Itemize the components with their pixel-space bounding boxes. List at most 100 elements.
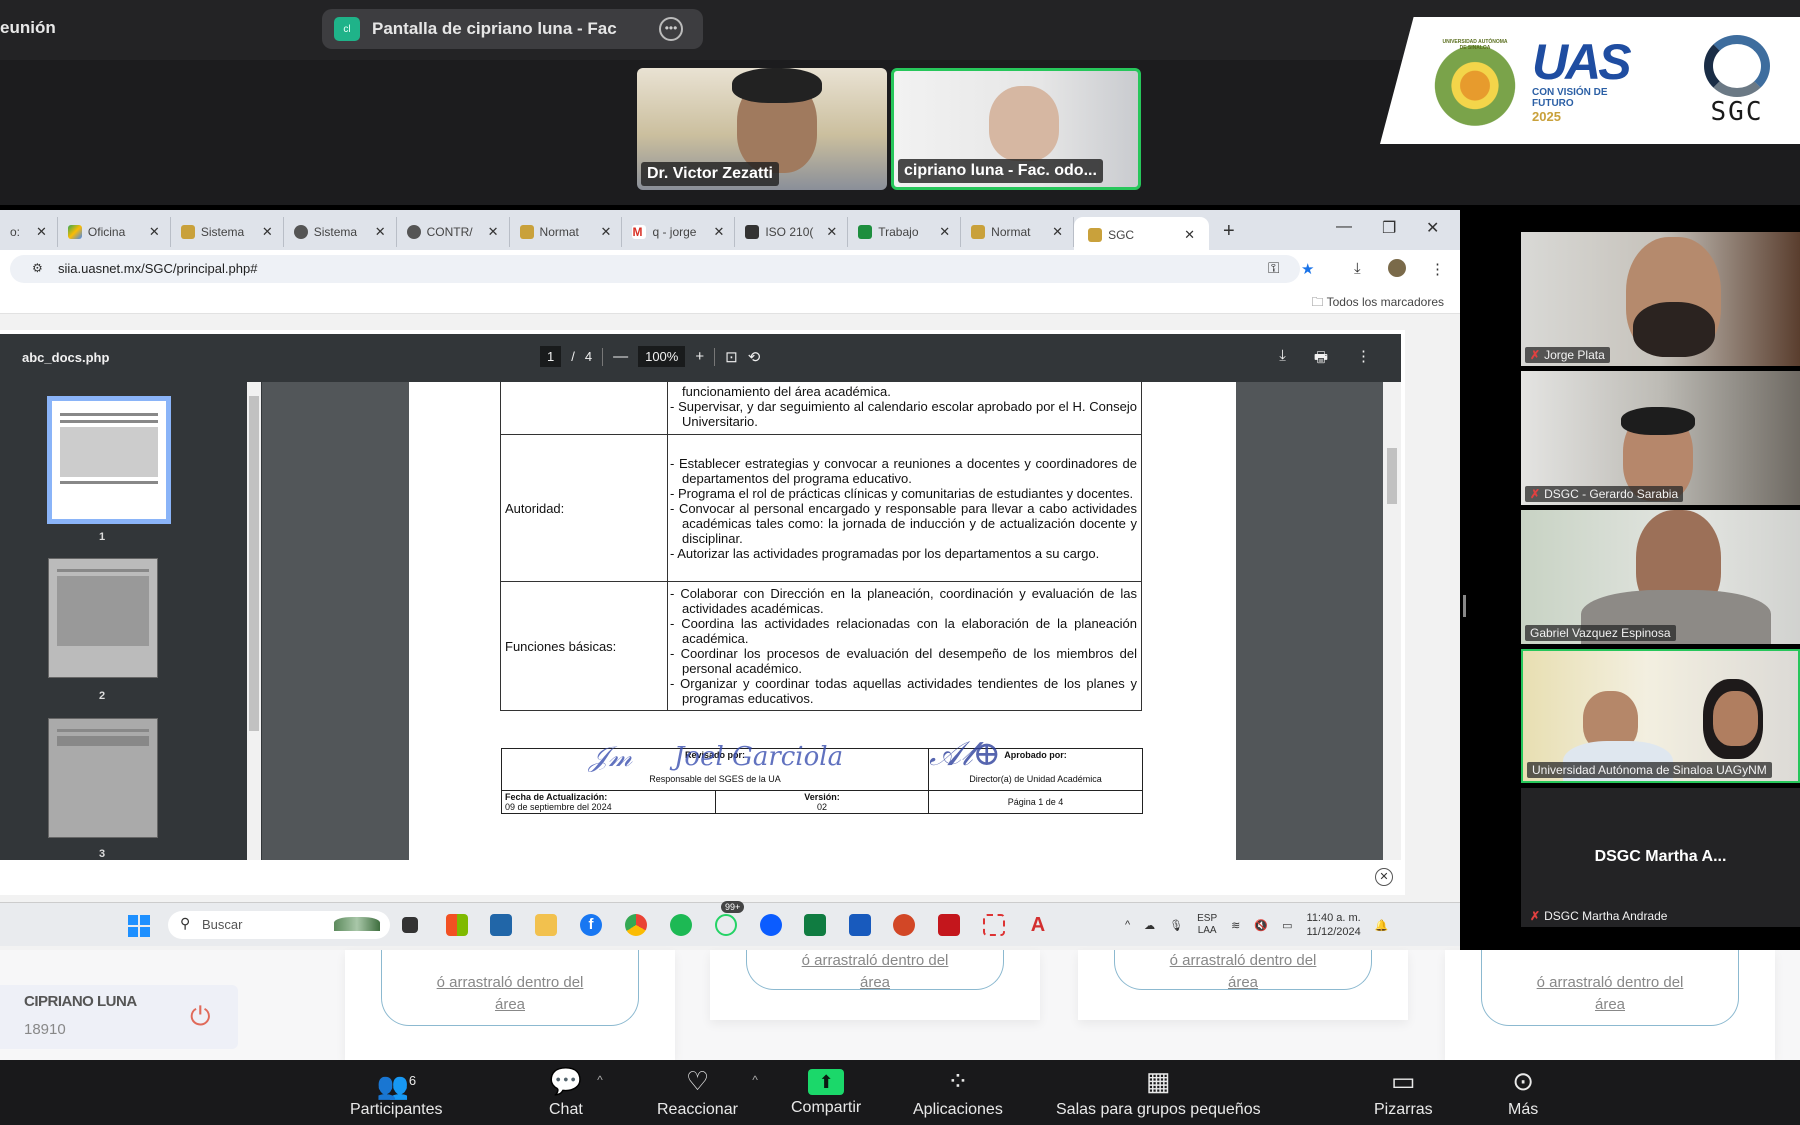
logout-power-icon[interactable]: ⏻ xyxy=(190,1001,211,1033)
participant-tile[interactable]: ✗ Jorge Plata xyxy=(1521,232,1800,366)
panel-resize-handle[interactable] xyxy=(1463,595,1466,617)
file-drop-zone[interactable]: ó arrastraló dentro del área xyxy=(381,950,639,1026)
breakout-rooms-button[interactable]: ▦ Salas para grupos pequeños xyxy=(1056,1065,1261,1119)
print-icon[interactable]: 🖶 xyxy=(1314,347,1328,372)
video-tile[interactable]: Dr. Victor Zezatti xyxy=(637,68,887,190)
microsoft-store-icon[interactable] xyxy=(446,914,468,936)
scroll-thumb[interactable] xyxy=(1387,448,1397,504)
browser-tab[interactable]: ISO 210(✕ xyxy=(735,216,849,247)
zoom-level-input[interactable]: 100% xyxy=(638,346,686,367)
fit-page-icon[interactable]: ⊡ xyxy=(725,348,738,366)
browser-tab[interactable]: CONTR/ ✕ xyxy=(397,216,510,247)
thumbnail-scrollbar[interactable] xyxy=(247,382,261,860)
spotify-icon[interactable] xyxy=(670,914,692,936)
participants-button[interactable]: 👥6 Participantes xyxy=(350,1065,443,1119)
screen-share-indicator[interactable]: cl Pantalla de cipriano luna - Fac ••• xyxy=(322,9,703,49)
password-key-icon[interactable]: ⚿ xyxy=(1268,260,1279,277)
taskbar-clock[interactable]: 11:40 a. m. 11/12/2024 xyxy=(1306,911,1360,939)
close-tab-icon[interactable]: ✕ xyxy=(601,224,612,240)
page-thumbnail-2[interactable] xyxy=(48,558,158,678)
show-hidden-icons-button[interactable]: ^ xyxy=(1125,919,1130,931)
chrome-icon[interactable] xyxy=(625,914,647,936)
whatsapp-icon[interactable] xyxy=(715,914,737,936)
browser-tab[interactable]: o: ✕ xyxy=(0,216,58,247)
page-thumbnail-3[interactable] xyxy=(48,718,158,838)
file-drop-zone[interactable]: ó arrastraló dentro del área xyxy=(1114,950,1372,991)
close-tab-icon[interactable]: ✕ xyxy=(1184,227,1195,243)
zoom-out-button[interactable]: — xyxy=(613,348,628,365)
store-bag-icon[interactable] xyxy=(490,914,512,936)
excel-icon[interactable] xyxy=(804,914,826,936)
more-button[interactable]: ⊙ Más xyxy=(1508,1065,1538,1119)
close-tab-icon[interactable]: ✕ xyxy=(1052,224,1063,240)
restore-button[interactable]: ❐ xyxy=(1382,218,1396,238)
file-explorer-icon[interactable] xyxy=(535,914,557,936)
chat-button[interactable]: 💬 Chat ^ xyxy=(549,1065,603,1119)
site-info-icon[interactable]: ⚙ xyxy=(32,261,43,275)
browser-tab[interactable]: Normat ✕ xyxy=(961,216,1075,247)
participant-tile[interactable]: ✗ DSGC - Gerardo Sarabia xyxy=(1521,371,1800,505)
close-tab-icon[interactable]: ✕ xyxy=(713,224,724,240)
more-options-icon[interactable]: ••• xyxy=(659,17,683,41)
windows-start-button[interactable] xyxy=(128,915,150,937)
participant-tile-video-off[interactable]: DSGC Martha A... ✗ DSGC Martha Andrade xyxy=(1521,788,1800,927)
drop-text[interactable]: ó arrastraló dentro del xyxy=(802,952,949,969)
zoom-in-button[interactable]: + xyxy=(695,348,704,365)
all-bookmarks-button[interactable]: 🗀 Todos los marcadores xyxy=(1311,293,1444,314)
word-icon[interactable] xyxy=(849,914,871,936)
close-tab-icon[interactable]: ✕ xyxy=(149,224,160,240)
participant-tile-active[interactable]: Universidad Autónoma de Sinaloa UAGyNM xyxy=(1521,649,1800,783)
share-screen-button[interactable]: ⬆ Compartir xyxy=(791,1065,861,1117)
browser-tab-active[interactable]: SGC ✕ xyxy=(1074,216,1209,253)
minimize-button[interactable]: — xyxy=(1336,218,1352,236)
file-drop-zone[interactable]: ó arrastraló dentro del área xyxy=(1481,950,1739,1026)
browser-tab[interactable]: Sistema ✕ xyxy=(171,216,284,247)
drop-text[interactable]: ó arrastraló dentro del xyxy=(437,974,584,991)
task-view-icon[interactable] xyxy=(402,917,418,933)
address-bar[interactable]: ⚙ siia.uasnet.mx/SGC/principal.php# xyxy=(10,255,1300,283)
wifi-icon[interactable]: ≋ xyxy=(1231,919,1240,932)
close-tab-icon[interactable]: ✕ xyxy=(262,224,273,240)
scroll-thumb[interactable] xyxy=(249,396,259,731)
snipping-tool-icon[interactable] xyxy=(983,914,1005,936)
facebook-icon[interactable]: f xyxy=(580,914,602,936)
powerpoint-icon[interactable] xyxy=(893,914,915,936)
page-thumbnail-1[interactable] xyxy=(47,396,171,524)
acrobat-icon[interactable] xyxy=(938,914,960,936)
browser-tab[interactable]: Trabajo ✕ xyxy=(848,216,962,247)
close-tab-icon[interactable]: ✕ xyxy=(488,224,499,240)
apps-button[interactable]: ⁘ Aplicaciones xyxy=(913,1065,1003,1119)
notifications-icon[interactable]: 🔔 xyxy=(1375,919,1389,932)
file-drop-zone[interactable]: ó arrastraló dentro del área xyxy=(746,950,1004,991)
page-number-input[interactable]: 1 xyxy=(540,346,562,367)
bookmark-star-icon[interactable]: ★ xyxy=(1301,260,1314,278)
profile-avatar[interactable] xyxy=(1388,259,1406,277)
participant-tile[interactable]: Gabriel Vazquez Espinosa xyxy=(1521,510,1800,644)
rotate-icon[interactable]: ⟲ xyxy=(748,348,761,366)
browser-tab[interactable]: Oficina ✕ xyxy=(58,216,171,247)
reactions-button[interactable]: ♡ Reaccionar ^ xyxy=(657,1065,758,1119)
onedrive-icon[interactable]: ☁ xyxy=(1144,919,1155,932)
input-language[interactable]: ESP LAA xyxy=(1197,913,1217,937)
page-scrollbar[interactable] xyxy=(1383,382,1401,860)
download-icon[interactable]: ⤓ xyxy=(1354,260,1361,277)
drop-text[interactable]: ó arrastraló dentro del xyxy=(1170,952,1317,969)
close-tab-icon[interactable]: ✕ xyxy=(375,224,386,240)
battery-icon[interactable]: ▭ xyxy=(1282,919,1292,932)
autocad-icon[interactable]: A xyxy=(1027,914,1049,936)
video-tile-active-speaker[interactable]: cipriano luna - Fac. odo... xyxy=(891,68,1141,190)
browser-tab[interactable]: Mq - jorge ✕ xyxy=(622,216,736,247)
browser-tab[interactable]: Sistema ✕ xyxy=(284,216,397,247)
whiteboards-button[interactable]: ▭ Pizarras xyxy=(1374,1065,1433,1119)
reactions-caret-icon[interactable]: ^ xyxy=(752,1073,758,1087)
drop-text[interactable]: ó arrastraló dentro del xyxy=(1537,974,1684,991)
close-tab-icon[interactable]: ✕ xyxy=(939,224,950,240)
taskbar-search[interactable]: ⚲ Buscar xyxy=(168,911,390,939)
speaker-muted-icon[interactable]: 🔇 xyxy=(1254,919,1268,932)
zoom-app-icon[interactable] xyxy=(760,914,782,936)
pdf-download-icon[interactable]: ⤓ xyxy=(1279,347,1286,372)
close-window-button[interactable]: ✕ xyxy=(1426,218,1439,238)
browser-menu-icon[interactable]: ⋮ xyxy=(1430,260,1445,278)
close-tab-icon[interactable]: ✕ xyxy=(826,224,837,240)
new-tab-button[interactable]: + xyxy=(1223,220,1235,243)
